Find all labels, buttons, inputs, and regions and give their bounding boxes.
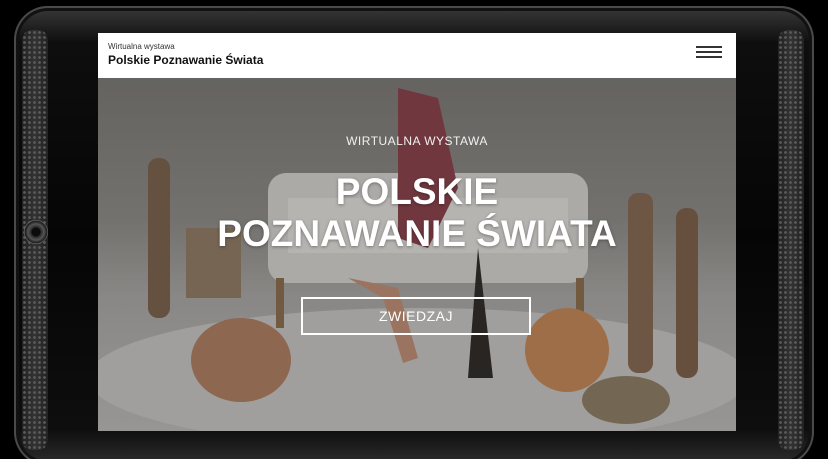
hamburger-icon[interactable] bbox=[696, 46, 722, 62]
hero-title: POLSKIE POZNAWANIE ŚWIATA bbox=[98, 171, 736, 255]
menu-line bbox=[696, 46, 722, 48]
menu-line bbox=[696, 56, 722, 58]
site-subtitle: Wirtualna wystawa bbox=[108, 42, 175, 51]
menu-line bbox=[696, 51, 722, 53]
hero-section: WIRTUALNA WYSTAWA POLSKIE POZNAWANIE ŚWI… bbox=[98, 78, 736, 431]
hero-kicker: WIRTUALNA WYSTAWA bbox=[346, 134, 488, 148]
tablet-screen: Wirtualna wystawa Polskie Poznawanie Świ… bbox=[98, 33, 736, 431]
camera-icon bbox=[24, 220, 48, 244]
hero-title-line-2: POZNAWANIE ŚWIATA bbox=[217, 213, 617, 254]
site-title[interactable]: Polskie Poznawanie Świata bbox=[108, 53, 263, 67]
top-navigation-bar: Wirtualna wystawa Polskie Poznawanie Świ… bbox=[98, 33, 736, 78]
tablet-device: Wirtualna wystawa Polskie Poznawanie Świ… bbox=[0, 0, 828, 459]
right-speaker-grille bbox=[778, 30, 804, 450]
hero-title-line-1: POLSKIE bbox=[335, 171, 499, 212]
zwiedzaj-button[interactable]: ZWIEDZAJ bbox=[301, 297, 531, 335]
